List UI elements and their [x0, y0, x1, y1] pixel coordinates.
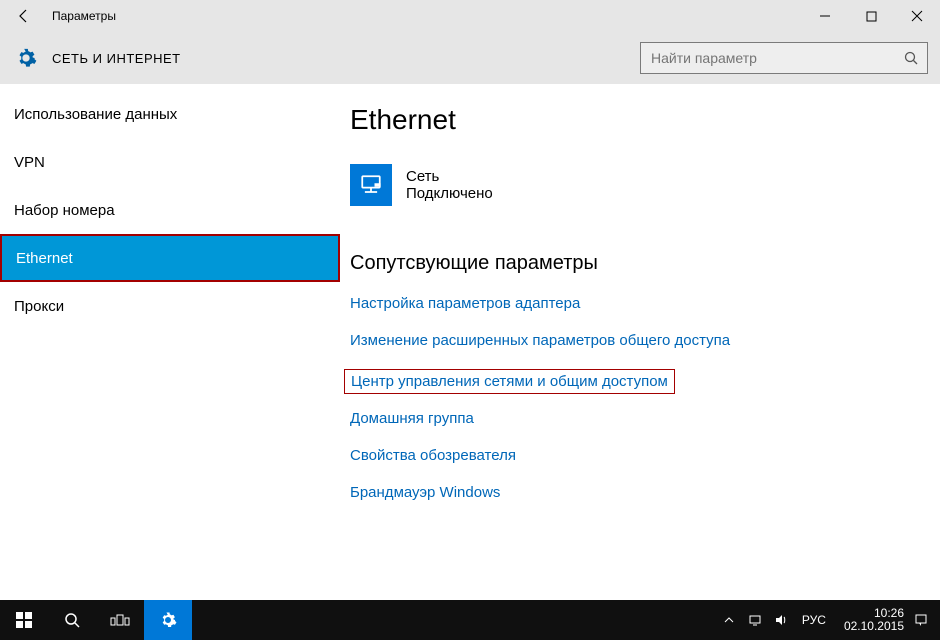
tray-notifications-icon[interactable] [912, 613, 930, 627]
tray-language[interactable]: РУС [798, 613, 830, 627]
content-pane: Ethernet Сеть Подключено Сопутсвующие па… [340, 84, 940, 600]
sidebar-item-label: Прокси [14, 298, 64, 315]
sidebar-item-label: Использование данных [14, 106, 177, 123]
minimize-button[interactable] [802, 0, 848, 32]
network-name: Сеть [406, 168, 493, 185]
tray-clock[interactable]: 10:26 02.10.2015 [838, 607, 904, 633]
link-adapter-settings[interactable]: Настройка параметров адаптера [350, 295, 580, 312]
titlebar: Параметры [0, 0, 940, 32]
taskbar-app-settings[interactable] [144, 600, 192, 640]
settings-window: Параметры СЕТЬ И ИНТЕРНЕТ Использование … [0, 0, 940, 600]
search-input[interactable] [641, 50, 895, 66]
sidebar-item-label: Набор номера [14, 202, 115, 219]
taskbar-search-button[interactable] [48, 600, 96, 640]
page-title: Ethernet [350, 104, 940, 136]
maximize-button[interactable] [848, 0, 894, 32]
gear-icon [14, 46, 38, 70]
link-windows-firewall[interactable]: Брандмауэр Windows [350, 484, 500, 501]
tray-chevron-up-icon[interactable] [720, 615, 738, 625]
network-text: Сеть Подключено [406, 168, 493, 202]
tray-volume-icon[interactable] [772, 613, 790, 627]
system-tray: РУС 10:26 02.10.2015 [720, 607, 940, 633]
search-box[interactable] [640, 42, 928, 74]
link-internet-options[interactable]: Свойства обозревателя [350, 447, 516, 464]
sidebar-item-ethernet[interactable]: Ethernet [0, 234, 340, 282]
taskbar: РУС 10:26 02.10.2015 [0, 600, 940, 640]
sidebar-item-label: Ethernet [16, 250, 73, 267]
body: Использование данных VPN Набор номера Et… [0, 84, 940, 600]
network-icon [350, 164, 392, 206]
network-status: Подключено [406, 185, 493, 202]
sidebar-item-vpn[interactable]: VPN [0, 138, 340, 186]
header: СЕТЬ И ИНТЕРНЕТ [0, 32, 940, 84]
sidebar-item-dialup[interactable]: Набор номера [0, 186, 340, 234]
link-network-sharing-center[interactable]: Центр управления сетями и общим доступом [344, 369, 675, 394]
window-title: Параметры [48, 9, 116, 23]
tray-network-icon[interactable] [746, 613, 764, 627]
sidebar-item-data-usage[interactable]: Использование данных [0, 90, 340, 138]
task-view-button[interactable] [96, 600, 144, 640]
related-heading: Сопутсвующие параметры [350, 252, 940, 275]
sidebar-item-label: VPN [14, 154, 45, 171]
ethernet-network-row[interactable]: Сеть Подключено [350, 164, 940, 206]
sidebar-item-proxy[interactable]: Прокси [0, 282, 340, 330]
link-homegroup[interactable]: Домашняя группа [350, 410, 474, 427]
back-button[interactable] [0, 0, 48, 32]
tray-date: 02.10.2015 [844, 620, 904, 633]
close-button[interactable] [894, 0, 940, 32]
search-icon[interactable] [895, 50, 927, 66]
sidebar: Использование данных VPN Набор номера Et… [0, 84, 340, 600]
start-button[interactable] [0, 600, 48, 640]
section-title: СЕТЬ И ИНТЕРНЕТ [52, 51, 181, 66]
link-advanced-sharing[interactable]: Изменение расширенных параметров общего … [350, 332, 730, 349]
